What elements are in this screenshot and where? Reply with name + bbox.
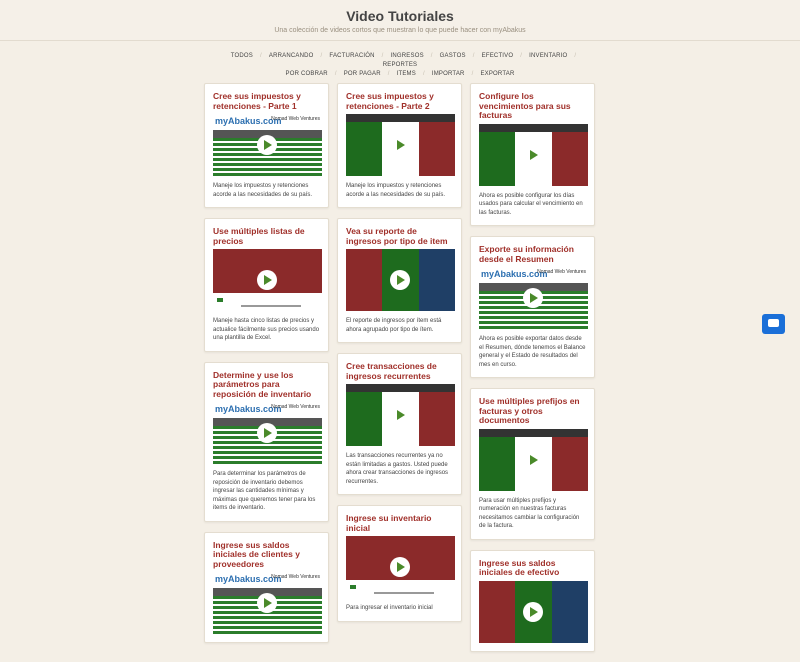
thumb-company: Nomad Web Ventures	[537, 269, 586, 275]
card-description: Ahora es posible exportar datos desde el…	[479, 336, 586, 368]
card-title[interactable]: Use múltiples prefijos en facturas y otr…	[479, 396, 586, 426]
video-thumbnail[interactable]: myAbakus.com Nomad Web Ventures	[479, 267, 588, 329]
play-icon[interactable]	[257, 270, 277, 290]
nav-link-facturacin[interactable]: FACTURACIÓN	[322, 52, 381, 61]
card-title[interactable]: Determine y use los parámetros para repo…	[213, 370, 320, 400]
nav-separator: /	[574, 53, 577, 59]
tutorial-card[interactable]: Ingrese sus saldos iniciales de efectivo	[470, 549, 595, 652]
play-icon[interactable]	[523, 449, 543, 470]
category-nav-row: TODOS / ARRANCANDO / FACTURACIÓN / INGRESOS / GA…	[205, 52, 595, 70]
page-subtitle: Una colección de videos cortos que muest…	[274, 27, 526, 34]
play-icon[interactable]	[390, 270, 410, 290]
category-nav: TODOS / ARRANCANDO / FACTURACIÓN / INGRESOS / GA…	[205, 52, 595, 79]
play-icon[interactable]	[390, 557, 410, 577]
nav-link-importar[interactable]: IMPORTAR	[425, 70, 472, 79]
tutorial-card[interactable]: Configure los vencimientos para sus fact…	[470, 83, 595, 226]
nav-link-arrancando[interactable]: ARRANCANDO	[262, 52, 321, 61]
card-description: Para determinar los parámetros de reposi…	[213, 471, 316, 511]
video-thumbnail[interactable]	[479, 580, 588, 643]
video-thumbnail[interactable]: myAbakus.com Nomad Web Ventures	[213, 572, 322, 634]
card-title[interactable]: Exporte su información desde el Resumen	[479, 244, 586, 264]
nav-link-gastos[interactable]: GASTOS	[433, 52, 473, 61]
play-icon[interactable]	[257, 423, 277, 443]
video-thumbnail[interactable]	[346, 536, 455, 598]
play-icon[interactable]	[390, 135, 410, 155]
page-title: Video Tutoriales	[346, 8, 454, 24]
play-icon[interactable]	[257, 135, 277, 155]
tutorial-card[interactable]: Cree transacciones de ingresos recurrent…	[337, 353, 462, 495]
nav-link-ingresos[interactable]: INGRESOS	[384, 52, 431, 61]
page-header: Video Tutoriales Una colección de videos…	[0, 0, 800, 41]
thumb-company: Nomad Web Ventures	[271, 404, 320, 410]
card-title[interactable]: Vea su reporte de ingresos por tipo de i…	[346, 226, 453, 246]
nav-link-exportar[interactable]: EXPORTAR	[473, 70, 521, 79]
category-nav-row: POR COBRAR / POR PAGAR / ITEMS / IMPORTAR / EXPO…	[205, 70, 595, 79]
tutorial-card[interactable]: Cree sus impuestos y retenciones - Parte…	[337, 83, 462, 208]
play-icon[interactable]	[523, 288, 543, 308]
video-thumbnail[interactable]: myAbakus.com Nomad Web Ventures	[213, 402, 322, 464]
chat-button[interactable]	[762, 314, 785, 334]
play-icon[interactable]	[523, 601, 543, 622]
video-thumbnail[interactable]	[479, 123, 588, 186]
video-thumbnail[interactable]	[213, 249, 322, 311]
tutorial-card[interactable]: Cree sus impuestos y retenciones - Parte…	[204, 83, 329, 208]
card-column: Configure los vencimientos para sus fact…	[470, 83, 595, 662]
card-title[interactable]: Use múltiples listas de precios	[213, 226, 320, 246]
card-title[interactable]: Ingrese sus saldos iniciales de clientes…	[213, 540, 320, 570]
tutorial-card[interactable]: Determine y use los parámetros para repo…	[204, 361, 329, 522]
nav-link-porcobrar[interactable]: POR COBRAR	[279, 70, 335, 79]
card-description: Ahora es posible configurar los días usa…	[479, 192, 583, 216]
play-icon[interactable]	[390, 405, 410, 425]
tutorial-card[interactable]: Ingrese sus saldos iniciales de clientes…	[204, 531, 329, 643]
tutorial-card[interactable]: Vea su reporte de ingresos por tipo de i…	[337, 218, 462, 343]
video-thumbnail[interactable]	[346, 384, 455, 446]
card-column: Cree sus impuestos y retenciones - Parte…	[337, 83, 462, 632]
card-title[interactable]: Cree sus impuestos y retenciones - Parte…	[213, 91, 320, 111]
video-thumbnail[interactable]	[346, 114, 455, 176]
card-title[interactable]: Cree transacciones de ingresos recurrent…	[346, 361, 453, 381]
card-description: Maneje los impuestos y retenciones acord…	[213, 183, 313, 198]
card-title[interactable]: Cree sus impuestos y retenciones - Parte…	[346, 91, 453, 111]
nav-link-porpagar[interactable]: POR PAGAR	[337, 70, 388, 79]
nav-link-items[interactable]: ITEMS	[390, 70, 423, 79]
thumb-company: Nomad Web Ventures	[271, 574, 320, 580]
card-title[interactable]: Ingrese sus saldos iniciales de efectivo	[479, 558, 586, 578]
card-title[interactable]: Ingrese su inventario inicial	[346, 513, 453, 533]
card-description: Maneje los impuestos y retenciones acord…	[346, 183, 446, 198]
card-title[interactable]: Configure los vencimientos para sus fact…	[479, 91, 586, 121]
nav-link-efectivo[interactable]: EFECTIVO	[475, 52, 521, 61]
video-thumbnail[interactable]	[479, 428, 588, 491]
card-description: Para usar múltiples prefijos y numeració…	[479, 497, 580, 530]
video-thumbnail[interactable]: myAbakus.com Nomad Web Ventures	[213, 114, 322, 176]
play-icon[interactable]	[257, 593, 277, 613]
tutorial-card[interactable]: Exporte su información desde el Resumen m…	[470, 236, 595, 378]
tutorial-card[interactable]: Ingrese su inventario inicial Para ingres…	[337, 505, 462, 622]
card-description: Maneje hasta cinco listas de precios y a…	[213, 318, 320, 341]
thumb-company: Nomad Web Ventures	[271, 116, 320, 122]
nav-link-inventario[interactable]: INVENTARIO	[522, 52, 574, 61]
tutorial-card[interactable]: Use múltiples prefijos en facturas y otr…	[470, 388, 595, 540]
card-description: Las transacciones recurrentes ya no está…	[346, 453, 449, 485]
nav-link-todos[interactable]: TODOS	[224, 52, 260, 61]
card-column: Cree sus impuestos y retenciones - Parte…	[204, 83, 329, 653]
video-thumbnail[interactable]	[346, 249, 455, 311]
nav-link-reportes[interactable]: REPORTES	[376, 61, 425, 70]
card-description: El reporte de ingresos por ítem está aho…	[346, 318, 442, 333]
tutorial-card[interactable]: Use múltiples listas de precios Maneje ha…	[204, 218, 329, 352]
play-icon[interactable]	[523, 144, 543, 165]
card-description: Para ingresar el inventario inicial	[346, 605, 433, 611]
